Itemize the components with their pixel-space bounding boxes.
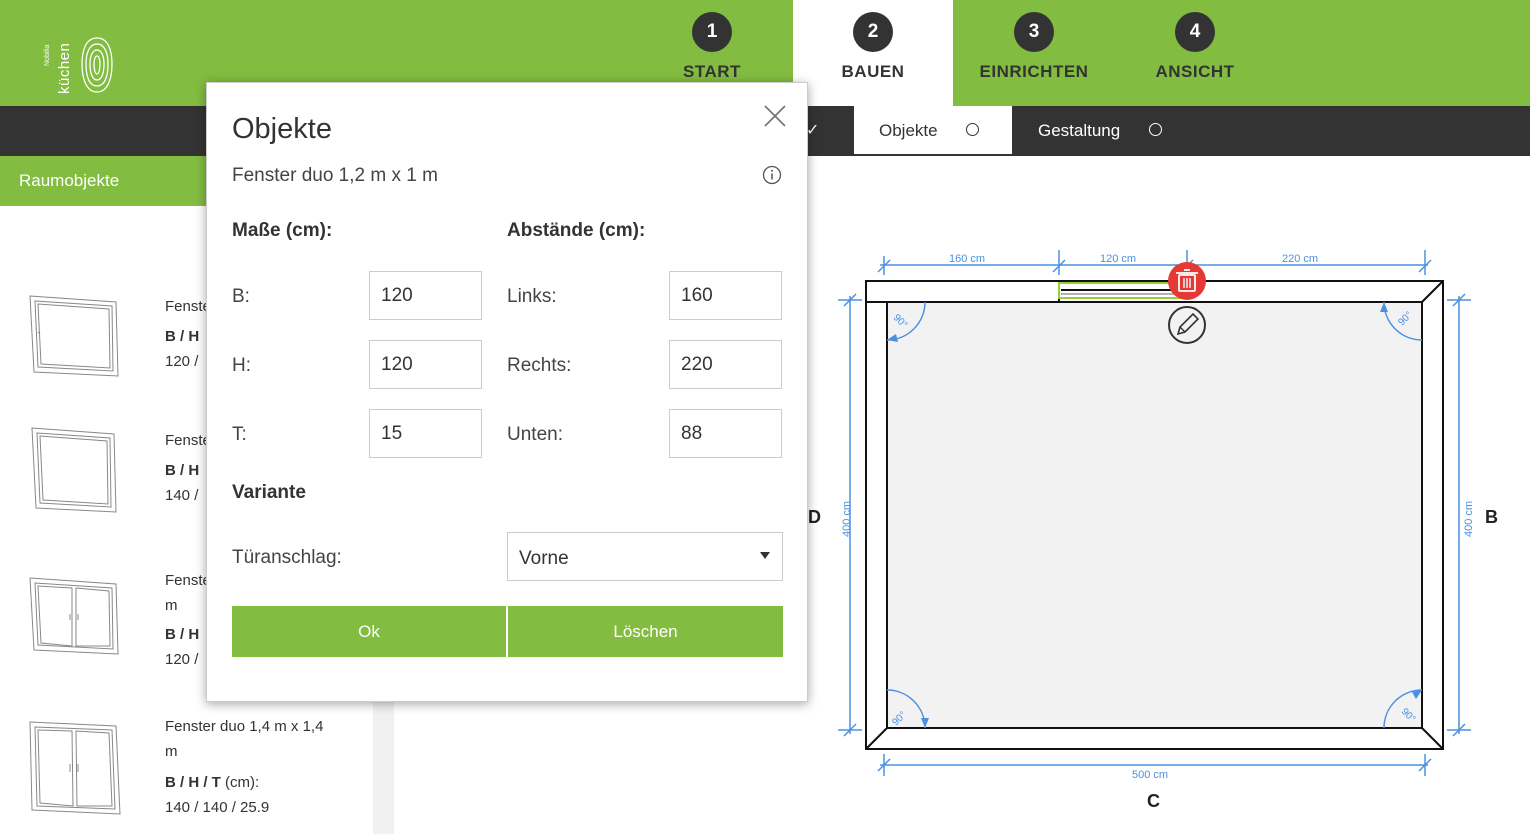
circle-icon xyxy=(966,123,979,136)
height-label: H: xyxy=(232,355,251,376)
fingerprint-icon xyxy=(81,37,113,93)
item-dimensions-label: B / H xyxy=(165,328,200,345)
item-dimensions-value: 120 / xyxy=(165,353,199,370)
bottom-distance-label: Unten: xyxy=(507,424,563,445)
tab-objekte[interactable]: Objekte xyxy=(854,106,1012,154)
left-distance-label: Links: xyxy=(507,286,557,307)
distances-heading: Abstände (cm): xyxy=(507,220,646,241)
dropdown-arrow-icon xyxy=(760,552,770,559)
tab-label: Objekte xyxy=(879,121,938,140)
right-distance-label: Rechts: xyxy=(507,355,572,376)
info-icon[interactable] xyxy=(762,165,782,185)
step-number: 2 xyxy=(853,12,893,52)
bottom-dimension: 500 cm xyxy=(1132,769,1168,781)
select-value: Vorne xyxy=(519,548,569,569)
depth-label: T: xyxy=(232,424,247,445)
pencil-icon[interactable] xyxy=(1168,306,1206,344)
step-label: EINRICHTEN xyxy=(979,62,1089,81)
top-dimension-1: 160 cm xyxy=(949,253,985,265)
window-thumbnail-icon xyxy=(31,427,117,513)
double-window-thumbnail-icon xyxy=(29,577,119,655)
tab-gestaltung[interactable]: Gestaltung xyxy=(1012,106,1182,154)
door-hinge-label: Türanschlag: xyxy=(232,547,342,568)
tab-label: Gestaltung xyxy=(1038,121,1121,140)
item-title: Fenster duo 1,4 m x 1,4 xyxy=(165,718,324,735)
step-number: 4 xyxy=(1175,12,1215,52)
logo[interactable]: Nobilia küchen xyxy=(26,16,113,94)
delete-button[interactable]: Löschen xyxy=(508,606,783,657)
logo-small-text: Nobilia xyxy=(44,44,51,66)
double-window-thumbnail-icon xyxy=(29,721,121,815)
ok-button[interactable]: Ok xyxy=(232,606,506,657)
circle-icon xyxy=(1149,123,1162,136)
wall-label-b: B xyxy=(1485,507,1498,527)
left-dimension: 400 cm xyxy=(841,501,853,537)
step-label: ANSICHT xyxy=(1155,62,1235,81)
item-dimensions-value: 140 / 140 / 25.9 xyxy=(165,799,270,816)
wall-segment xyxy=(865,280,1060,303)
right-dimension: 400 cm xyxy=(1463,501,1475,537)
item-dimensions-value: 120 / xyxy=(165,651,199,668)
close-icon[interactable] xyxy=(762,103,788,129)
width-label: B: xyxy=(232,286,250,307)
check-icon: ✓ xyxy=(806,122,820,139)
item-dimensions-value: 140 / xyxy=(165,487,199,504)
trash-icon[interactable] xyxy=(1168,262,1206,300)
wall-label-c: C xyxy=(1147,791,1160,811)
dimensions-heading: Maße (cm): xyxy=(232,220,333,241)
step-einrichten[interactable]: 3 EINRICHTEN xyxy=(954,0,1114,106)
item-dimensions-label: B / H xyxy=(165,626,200,643)
right-distance-input[interactable] xyxy=(669,340,782,389)
objekte-dialog: Objekte Fenster duo 1,2 m x 1 m Maße (cm… xyxy=(206,82,808,702)
door-hinge-select[interactable]: Vorne xyxy=(507,532,783,581)
item-title-continued: m xyxy=(165,743,178,760)
step-label: START xyxy=(683,62,741,81)
left-panel-header[interactable]: Raumobjekte xyxy=(0,156,206,206)
step-label: BAUEN xyxy=(841,62,905,81)
window-thumbnail-icon xyxy=(29,295,119,377)
step-number: 3 xyxy=(1014,12,1054,52)
width-input[interactable] xyxy=(369,271,482,320)
object-name: Fenster duo 1,2 m x 1 m xyxy=(232,165,438,186)
window-object xyxy=(1058,282,1188,299)
step-number: 1 xyxy=(692,12,732,52)
height-input[interactable] xyxy=(369,340,482,389)
depth-input[interactable] xyxy=(369,409,482,458)
top-dimension-2: 120 cm xyxy=(1100,253,1136,265)
item-dimensions-label: B / H / T (cm): xyxy=(165,774,260,791)
room-floor xyxy=(887,302,1422,728)
wall-label-d: D xyxy=(808,507,821,527)
logo-text: küchen xyxy=(56,42,73,94)
step-bauen[interactable]: 2 BAUEN xyxy=(793,0,953,106)
item-dimensions-label: B / H xyxy=(165,462,200,479)
dialog-title: Objekte xyxy=(232,113,332,145)
top-dimension-3: 220 cm xyxy=(1282,253,1318,265)
left-panel-title: Raumobjekte xyxy=(19,171,120,190)
left-distance-input[interactable] xyxy=(669,271,782,320)
variant-heading: Variante xyxy=(232,482,306,503)
step-ansicht[interactable]: 4 ANSICHT xyxy=(1115,0,1275,106)
bottom-distance-input[interactable] xyxy=(669,409,782,458)
